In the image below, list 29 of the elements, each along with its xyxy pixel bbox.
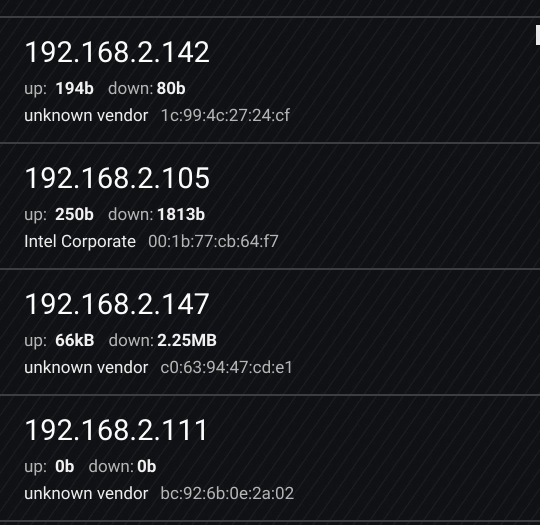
up-value: 66kB [55, 330, 94, 353]
vendor-name: Intel Corporate [24, 231, 136, 254]
ip-address: 192.168.2.142 [24, 36, 210, 70]
vendor-name: unknown vendor [24, 105, 148, 128]
up-value: 194b [55, 78, 94, 101]
up-label: up: [24, 204, 48, 227]
up-value: 250b [55, 204, 94, 227]
ip-address: 192.168.2.105 [24, 162, 210, 196]
down-label: down: [108, 330, 154, 353]
up-label: up: [24, 78, 48, 101]
vendor-name: unknown vendor [24, 357, 148, 380]
down-value: 80b [156, 78, 186, 101]
down-value: 2.25MB [157, 330, 217, 353]
down-label: down: [88, 456, 134, 479]
mac-address: 1c:99:4c:27:24:cf [160, 105, 290, 128]
vendor-name: unknown vendor [24, 483, 148, 506]
up-label: up: [24, 330, 48, 353]
down-label: down: [108, 204, 154, 227]
mac-address: bc:92:6b:0e:2a:02 [160, 483, 294, 506]
ip-address: 192.168.2.147 [24, 288, 210, 322]
down-label: down: [108, 78, 154, 101]
ip-address: 192.168.2.111 [24, 414, 210, 448]
up-value: 0b [55, 456, 74, 479]
down-value: 0b [136, 456, 156, 479]
mac-address: 00:1b:77:cb:64:f7 [148, 231, 279, 254]
scrollbar-thumb [536, 25, 540, 45]
down-value: 1813b [156, 204, 206, 227]
mac-address: c0:63:94:47:cd:e1 [160, 357, 294, 380]
up-label: up: [24, 456, 48, 479]
